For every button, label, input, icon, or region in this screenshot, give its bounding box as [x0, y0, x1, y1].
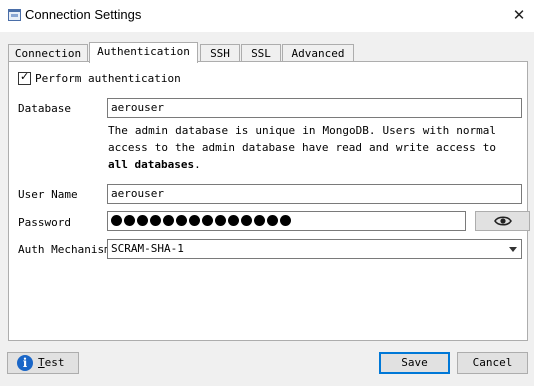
description-bold-text: all databases [108, 158, 195, 171]
cancel-button[interactable]: Cancel [457, 352, 528, 374]
perform-authentication-checkbox[interactable]: ✓ [18, 70, 31, 85]
password-mask [111, 215, 291, 227]
tab-connection[interactable]: Connection [8, 44, 88, 62]
test-button-mnemonic: T [38, 356, 45, 369]
description-text: The admin database is unique in MongoDB.… [108, 124, 496, 154]
show-password-button[interactable] [475, 211, 530, 231]
username-field[interactable]: aerouser [107, 184, 522, 204]
description-end: . [194, 158, 201, 171]
password-label: Password [18, 216, 71, 229]
password-dot [137, 215, 148, 226]
password-dot [124, 215, 135, 226]
perform-authentication-label: Perform authentication [35, 72, 181, 85]
password-dot [189, 215, 200, 226]
dropdown-arrow-icon [509, 247, 517, 252]
tab-authentication[interactable]: Authentication [89, 42, 198, 63]
password-dot [150, 215, 161, 226]
connection-settings-dialog: Connection Settings ✕ Connection Authent… [0, 0, 534, 386]
checkmark-icon: ✓ [20, 70, 30, 83]
tab-ssl[interactable]: SSL [241, 44, 281, 62]
password-field[interactable] [107, 211, 466, 231]
password-dot [267, 215, 278, 226]
save-button[interactable]: Save [379, 352, 450, 374]
admin-database-description: The admin database is unique in MongoDB.… [108, 122, 496, 173]
password-dot [241, 215, 252, 226]
auth-mechanism-value: SCRAM-SHA-1 [111, 242, 184, 255]
password-dot [163, 215, 174, 226]
test-button[interactable]: i Test [7, 352, 79, 374]
tab-advanced[interactable]: Advanced [282, 44, 354, 62]
database-field[interactable]: aerouser [107, 98, 522, 118]
auth-mechanism-label: Auth Mechanism [18, 243, 111, 256]
eye-icon [494, 216, 512, 226]
password-dot [176, 215, 187, 226]
window-app-icon [8, 9, 21, 21]
info-icon: i [17, 355, 33, 371]
auth-mechanism-select[interactable]: SCRAM-SHA-1 [107, 239, 522, 259]
window-title: Connection Settings [25, 7, 142, 22]
password-dot [111, 215, 122, 226]
password-dot [280, 215, 291, 226]
database-label: Database [18, 102, 71, 115]
password-dot [228, 215, 239, 226]
tab-ssh[interactable]: SSH [200, 44, 240, 62]
close-icon[interactable]: ✕ [508, 4, 530, 26]
password-dot [254, 215, 265, 226]
password-dot [202, 215, 213, 226]
password-dot [215, 215, 226, 226]
test-button-label: est [44, 356, 65, 369]
username-label: User Name [18, 188, 78, 201]
title-bar: Connection Settings ✕ [0, 0, 534, 32]
authentication-panel: ✓ Perform authentication Database aerous… [8, 61, 530, 341]
